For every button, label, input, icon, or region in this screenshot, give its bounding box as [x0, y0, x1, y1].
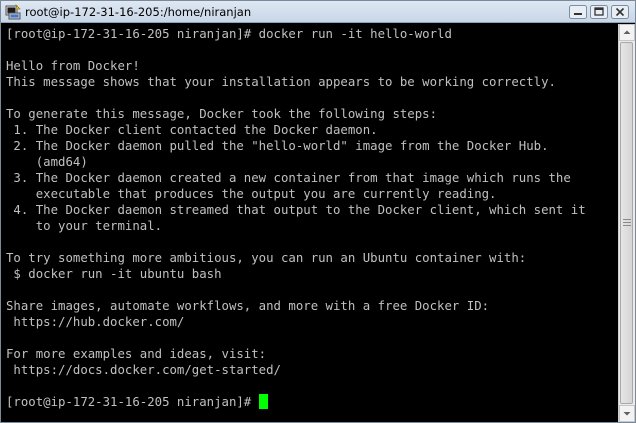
shell-prompt: [root@ip-172-31-16-205 niranjan]# [6, 395, 259, 409]
window-title: root@ip-172-31-16-205:/home/niranjan [25, 4, 252, 19]
terminal-line: 3. The Docker daemon created a new conta… [6, 171, 571, 185]
terminal-line: To generate this message, Docker took th… [6, 107, 438, 121]
terminal-line: Hello from Docker! [6, 59, 140, 73]
terminal-line: Share images, automate workflows, and mo… [6, 299, 490, 313]
title-bar[interactable]: root@ip-172-31-16-205:/home/niranjan [1, 1, 635, 23]
scroll-thumb[interactable] [620, 42, 633, 404]
terminal-line: https://hub.docker.com/ [6, 315, 185, 329]
terminal-line: $ docker run -it ubuntu bash [6, 267, 222, 281]
terminal-line: 4. The Docker daemon streamed that outpu… [6, 203, 586, 217]
grip-icon [623, 219, 631, 226]
terminal-line: To try something more ambitious, you can… [6, 251, 527, 265]
terminal-line: For more examples and ideas, visit: [6, 347, 267, 361]
scroll-up-button[interactable] [619, 24, 635, 41]
close-icon[interactable] [611, 4, 629, 19]
terminal-line: 2. The Docker daemon pulled the "hello-w… [6, 139, 549, 153]
terminal-line: https://docs.docker.com/get-started/ [6, 363, 281, 377]
prompt-line[interactable]: [root@ip-172-31-16-205 niranjan]# [6, 394, 619, 410]
maximize-icon[interactable] [590, 4, 608, 19]
terminal-line: executable that produces the output you … [6, 187, 497, 201]
terminal-line: (amd64) [6, 155, 88, 169]
arrow-up-icon [623, 30, 631, 34]
terminal-line: 1. The Docker client contacted the Docke… [6, 123, 378, 137]
putty-terminal-icon[interactable] [5, 3, 21, 20]
terminal-line: [root@ip-172-31-16-205 niranjan]# docker… [6, 27, 452, 41]
vertical-scrollbar[interactable] [618, 24, 635, 422]
terminal-window: root@ip-172-31-16-205:/home/niranjan [ro… [0, 0, 636, 423]
arrow-down-icon [623, 412, 631, 416]
terminal-line: This message shows that your installatio… [6, 75, 556, 89]
terminal-line: to your terminal. [6, 219, 163, 233]
window-controls [566, 4, 629, 19]
minimize-icon[interactable] [569, 4, 587, 19]
terminal-output[interactable]: [root@ip-172-31-16-205 niranjan]# docker… [2, 24, 619, 422]
scroll-down-button[interactable] [619, 405, 635, 422]
terminal-cursor [258, 394, 268, 409]
